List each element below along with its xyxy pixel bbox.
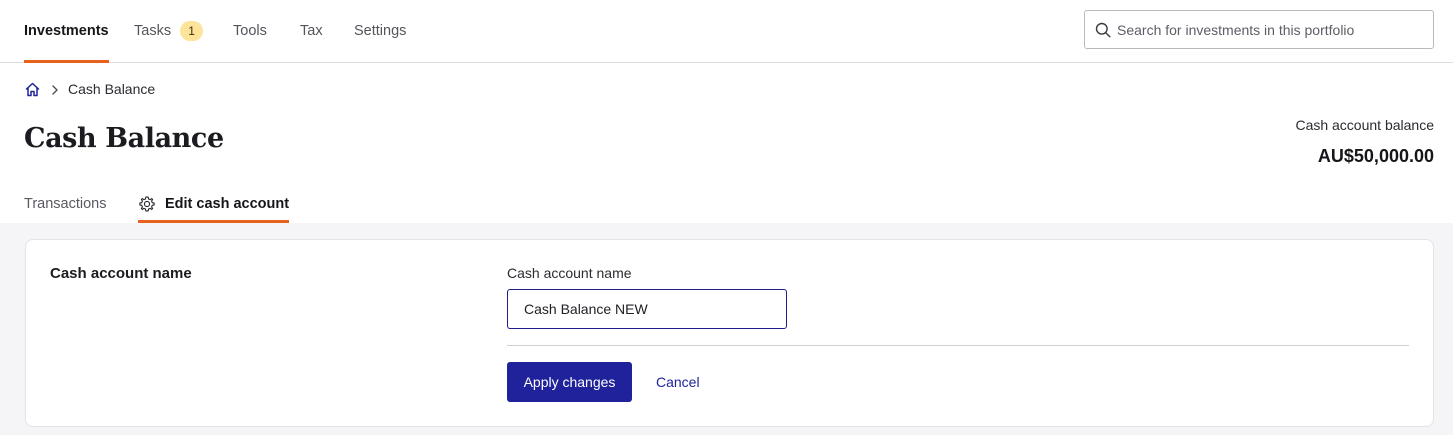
nav-tab-settings[interactable]: Settings <box>354 0 406 62</box>
nav-tab-label: Tasks <box>134 23 172 39</box>
page-title: Cash Balance <box>24 123 224 154</box>
balance-label: Cash account balance <box>1295 117 1434 133</box>
search-box[interactable] <box>1084 10 1434 49</box>
nav-tab-tasks[interactable]: Tasks 1 <box>134 0 204 62</box>
field-label: Cash account name <box>507 265 632 281</box>
cancel-link[interactable]: Cancel <box>656 374 700 390</box>
nav-tab-label: Investments <box>24 23 109 39</box>
tab-transactions[interactable]: Transactions <box>24 185 106 223</box>
tab-edit-cash-account[interactable]: Edit cash account <box>138 185 290 223</box>
cash-account-name-input[interactable] <box>507 289 787 329</box>
top-nav: Investments Tasks 1 Tools Tax Settings <box>0 0 1453 63</box>
nav-tab-tax[interactable]: Tax <box>300 0 323 62</box>
gear-icon <box>138 195 156 213</box>
tab-label: Edit cash account <box>165 196 290 212</box>
balance-value: AU$50,000.00 <box>1317 146 1434 166</box>
breadcrumb-current: Cash Balance <box>68 81 156 97</box>
nav-tab-label: Tax <box>300 23 323 39</box>
nav-tab-investments[interactable]: Investments <box>24 0 109 63</box>
tasks-count-badge: 1 <box>180 21 204 41</box>
search-input[interactable] <box>1117 21 1417 38</box>
chevron-right-icon <box>49 83 61 95</box>
tab-label: Transactions <box>24 196 107 212</box>
apply-changes-button[interactable]: Apply changes <box>507 362 632 402</box>
edit-cash-account-card: Cash account name Cash account name Appl… <box>25 239 1434 427</box>
nav-tab-tools[interactable]: Tools <box>233 0 267 62</box>
search-icon <box>1095 22 1111 38</box>
section-heading: Cash account name <box>50 265 192 282</box>
nav-tab-label: Settings <box>354 23 407 39</box>
home-icon[interactable] <box>24 81 41 98</box>
divider <box>507 345 1409 346</box>
breadcrumb: Cash Balance <box>24 80 155 98</box>
nav-tab-label: Tools <box>233 23 267 39</box>
